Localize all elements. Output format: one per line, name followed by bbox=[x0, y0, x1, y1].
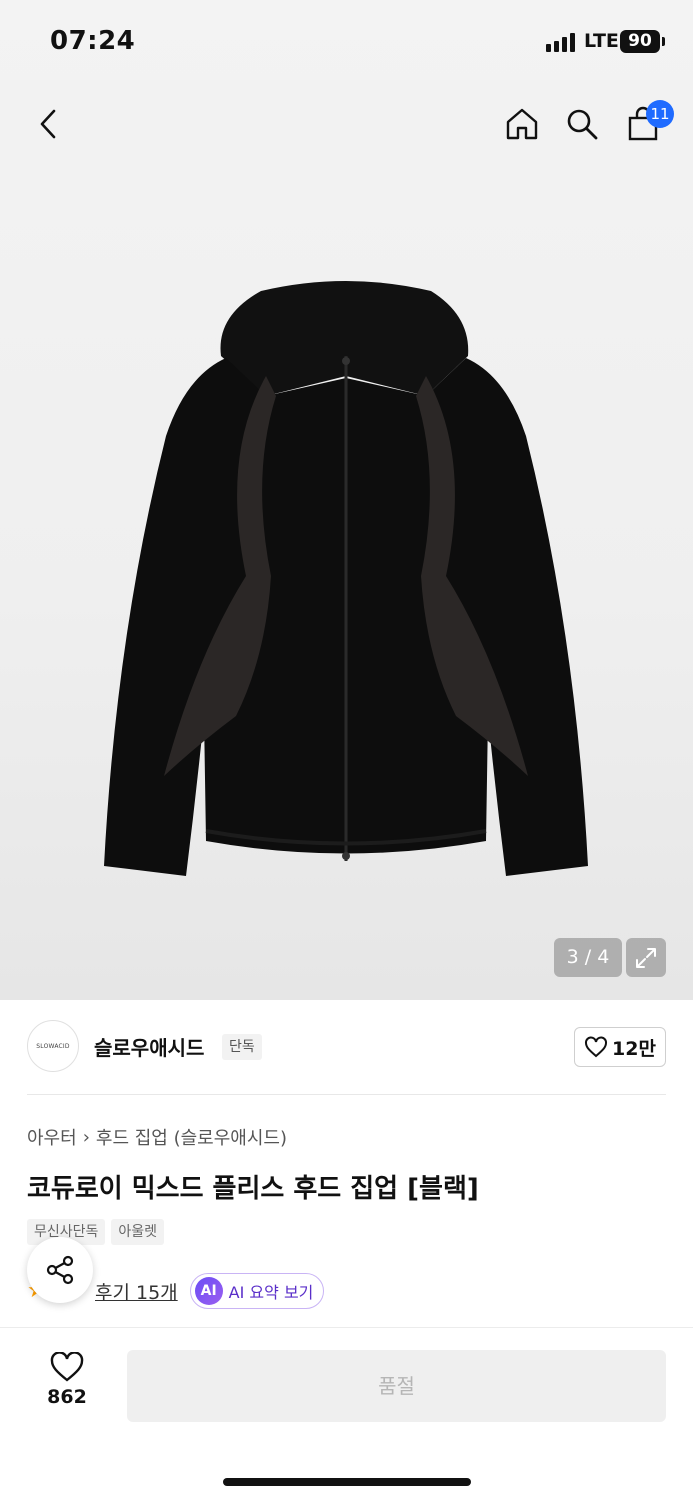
chevron-right-icon: › bbox=[82, 1126, 90, 1148]
heart-icon bbox=[50, 1352, 84, 1382]
product-photo bbox=[104, 281, 588, 876]
search-icon bbox=[567, 109, 598, 140]
breadcrumb-subcategory[interactable]: 후드 집업 (슬로우애시드) bbox=[96, 1124, 287, 1150]
cart-count-badge: 11 bbox=[646, 100, 674, 128]
ai-icon: AI bbox=[194, 1277, 223, 1305]
chevron-left-icon bbox=[40, 109, 56, 139]
product-image-gallery[interactable]: 07:24 LTE 90 11 3 / 4 bbox=[0, 0, 693, 1000]
brand-exclusive-tag: 단독 bbox=[222, 1034, 262, 1060]
status-bar: 07:24 LTE 90 bbox=[0, 0, 693, 84]
search-button[interactable] bbox=[560, 100, 604, 148]
breadcrumb-category[interactable]: 아우터 bbox=[27, 1124, 77, 1150]
brand-logo-text: SLOWACID bbox=[36, 1042, 70, 1050]
expand-button[interactable] bbox=[626, 938, 666, 977]
product-like-button[interactable]: 862 bbox=[30, 1352, 104, 1418]
status-time: 07:24 bbox=[50, 26, 136, 56]
image-counter: 3 / 4 bbox=[554, 938, 622, 977]
brand-name[interactable]: 슬로우애시드 bbox=[94, 1032, 204, 1061]
soldout-button[interactable]: 품절 bbox=[127, 1350, 666, 1422]
share-icon bbox=[46, 1255, 74, 1285]
ai-summary-label: AI 요약 보기 bbox=[228, 1283, 314, 1302]
ai-summary-button[interactable]: AI AI 요약 보기 bbox=[189, 1273, 325, 1309]
breadcrumb: 아우터 › 후드 집업 (슬로우애시드) bbox=[27, 1124, 287, 1150]
back-button[interactable] bbox=[28, 100, 68, 148]
battery-icon: 90 bbox=[620, 30, 665, 53]
expand-icon bbox=[636, 947, 656, 968]
home-indicator bbox=[223, 1478, 471, 1486]
share-button[interactable] bbox=[27, 1237, 93, 1303]
signal-icon bbox=[546, 32, 578, 52]
tag-outlet: 아울렛 bbox=[111, 1219, 165, 1245]
home-icon bbox=[506, 108, 538, 140]
brand-logo[interactable]: SLOWACID bbox=[27, 1020, 79, 1072]
product-like-count: 862 bbox=[47, 1386, 87, 1408]
network-label: LTE bbox=[584, 30, 619, 52]
brand-like-count: 12만 bbox=[612, 1037, 656, 1060]
bottom-bar-divider bbox=[0, 1327, 693, 1328]
heart-icon bbox=[585, 1036, 608, 1058]
cart-button[interactable]: 11 bbox=[620, 100, 674, 148]
review-link[interactable]: 후기 15개 bbox=[95, 1278, 178, 1305]
section-divider bbox=[27, 1094, 666, 1095]
product-title: 코듀로이 믹스드 플리스 후드 집업 [블랙] bbox=[27, 1174, 479, 1204]
brand-like-button[interactable]: 12만 bbox=[574, 1027, 666, 1067]
home-button[interactable] bbox=[500, 100, 544, 148]
